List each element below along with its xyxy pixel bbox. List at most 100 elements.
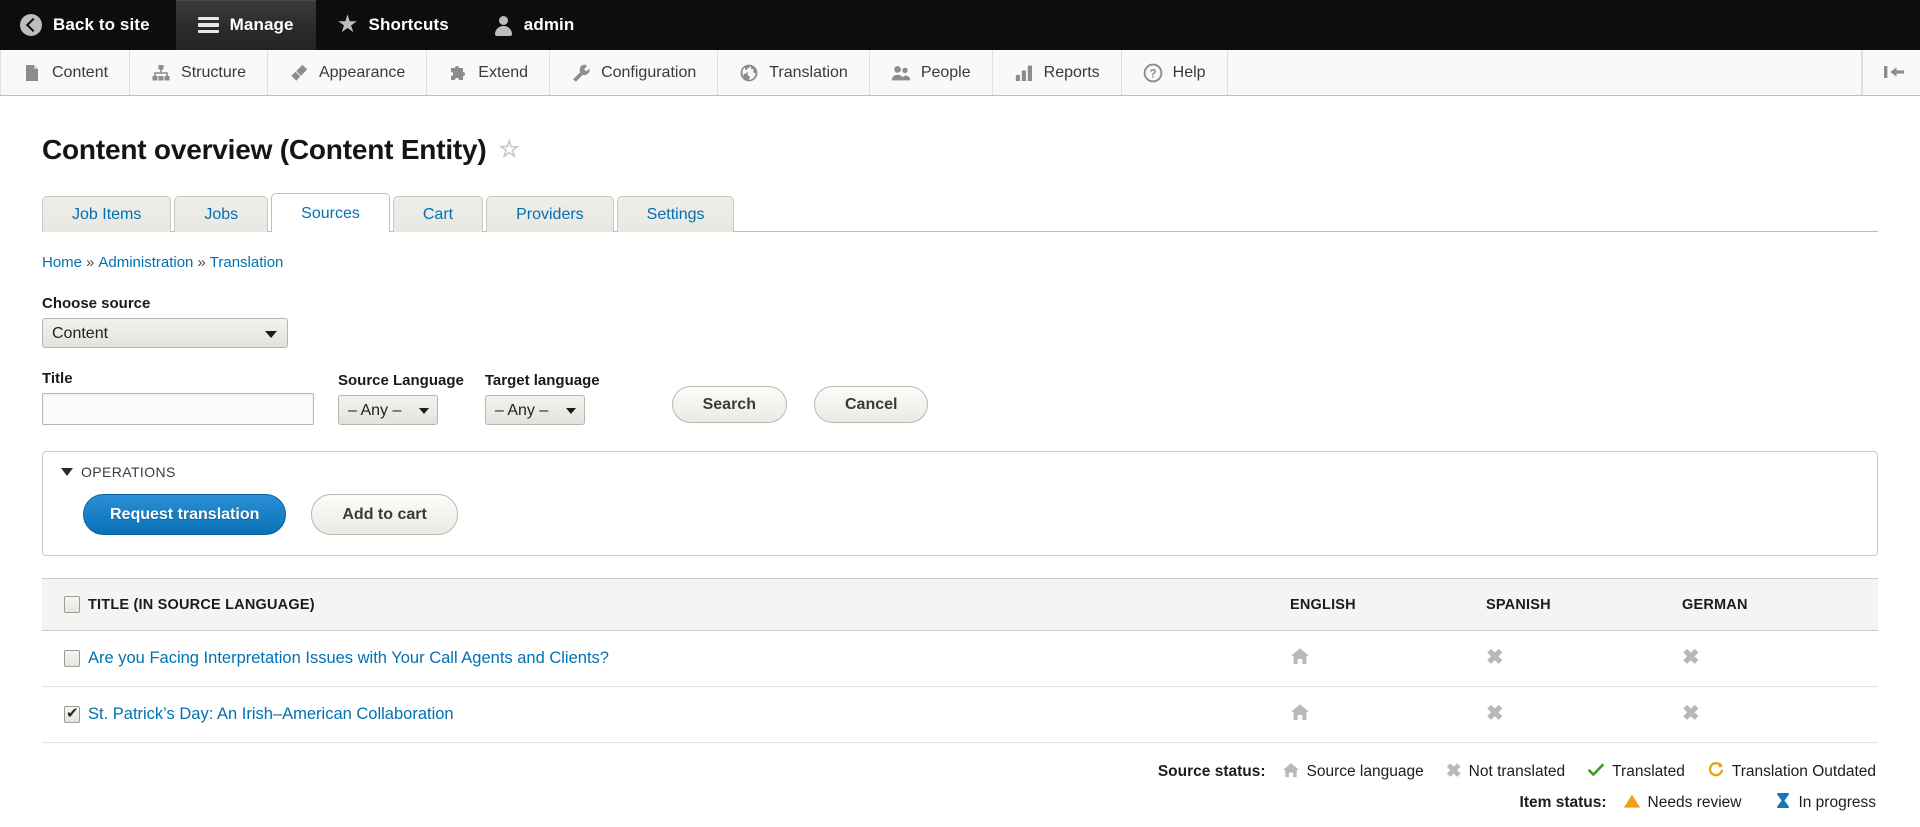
legend-in-progress: In progress [1775, 792, 1876, 814]
breadcrumb-translation[interactable]: Translation [210, 254, 284, 271]
menu-item-translation[interactable]: Translation [718, 50, 870, 95]
target-language-label: Target language [484, 372, 600, 389]
warning-triangle-icon [1623, 793, 1641, 814]
row-spanish-cell: ✖ [1486, 686, 1682, 743]
breadcrumb-home[interactable]: Home [42, 254, 82, 271]
breadcrumb: Home» Administration» Translation [42, 254, 1878, 271]
source-language-icon[interactable] [1290, 703, 1310, 726]
row-select-cell [42, 686, 88, 743]
source-language-group: Source Language – Any – [338, 372, 464, 425]
tab-sources[interactable]: Sources [271, 193, 390, 232]
german-header[interactable]: GERMAN [1682, 578, 1878, 631]
choose-source-select[interactable]: Content [42, 318, 288, 348]
table-head: TITLE (IN SOURCE LANGUAGE) ENGLISH SPANI… [42, 578, 1878, 631]
tab-providers[interactable]: Providers [486, 196, 614, 232]
hamburger-icon [197, 17, 219, 33]
legend-in-progress-label: In progress [1798, 794, 1876, 811]
document-icon [22, 63, 42, 83]
table-body: Are you Facing Interpretation Issues wit… [42, 630, 1878, 743]
search-button[interactable]: Search [671, 386, 787, 423]
menu-item-structure[interactable]: Structure [130, 50, 268, 95]
back-circle-icon [20, 14, 42, 36]
source-language-label: Source Language [338, 372, 464, 389]
row-title-link[interactable]: St. Patrick’s Day: An Irish–American Col… [88, 705, 454, 723]
target-language-select[interactable]: – Any – [484, 395, 585, 425]
source-language-icon[interactable] [1290, 647, 1310, 670]
outdated-icon [1707, 761, 1725, 783]
menu-bar-spacer [1228, 50, 1862, 95]
bar-chart-icon [1014, 63, 1034, 83]
menu-item-reports-label: Reports [1043, 63, 1100, 81]
table-header-row: TITLE (IN SOURCE LANGUAGE) ENGLISH SPANI… [42, 578, 1878, 631]
row-english-cell [1290, 630, 1486, 687]
breadcrumb-separator: » [86, 254, 95, 271]
spanish-header[interactable]: SPANISH [1486, 578, 1682, 631]
menu-item-help[interactable]: ? Help [1122, 50, 1228, 95]
paintbrush-icon [289, 63, 309, 83]
source-status-legend-row: Source status: Source language ✖ Not tra… [1158, 761, 1876, 783]
sources-table: TITLE (IN SOURCE LANGUAGE) ENGLISH SPANI… [42, 578, 1878, 743]
add-to-cart-button[interactable]: Add to cart [311, 494, 458, 535]
filter-buttons: Search Cancel [671, 386, 929, 425]
collapse-toolbar-button[interactable] [1862, 50, 1920, 95]
menu-item-configuration[interactable]: Configuration [550, 50, 719, 95]
admin-user-account[interactable]: admin [471, 0, 597, 50]
admin-user-label: admin [523, 15, 575, 34]
legend-source-language-label: Source language [1306, 763, 1424, 780]
legend-source-language: Source language [1282, 762, 1424, 783]
select-all-checkbox[interactable] [64, 596, 80, 613]
menu-item-help-label: Help [1172, 63, 1206, 81]
menu-item-configuration-label: Configuration [601, 63, 697, 81]
check-icon [1587, 762, 1605, 783]
tab-jobs[interactable]: Jobs [174, 196, 269, 232]
not-translated-icon[interactable]: ✖ [1682, 647, 1700, 668]
legend-translation-outdated: Translation Outdated [1707, 761, 1876, 783]
row-title-link[interactable]: Are you Facing Interpretation Issues wit… [88, 649, 609, 667]
tab-cart[interactable]: Cart [392, 196, 484, 232]
legend-not-translated: ✖ Not translated [1445, 761, 1566, 782]
legend-needs-review: Needs review [1623, 793, 1741, 814]
menu-item-content[interactable]: Content [0, 50, 131, 95]
x-icon: ✖ [1445, 761, 1462, 782]
title-header[interactable]: TITLE (IN SOURCE LANGUAGE) [88, 578, 1290, 631]
menu-item-extend[interactable]: Extend [427, 50, 551, 95]
row-checkbox[interactable] [64, 704, 80, 723]
source-language-select[interactable]: – Any – [338, 395, 438, 425]
breadcrumb-administration[interactable]: Administration [98, 254, 193, 271]
menu-item-people-label: People [920, 63, 971, 81]
person-icon [493, 15, 513, 36]
admin-back-to-site[interactable]: Back to site [0, 0, 176, 50]
home-icon [1282, 762, 1300, 783]
hourglass-icon [1775, 792, 1791, 814]
target-language-select-wrap: – Any – [484, 395, 585, 425]
people-icon [891, 63, 911, 83]
tab-settings[interactable]: Settings [616, 196, 735, 232]
svg-text:?: ? [1149, 68, 1156, 80]
legend-not-translated-label: Not translated [1468, 763, 1566, 780]
admin-back-to-site-label: Back to site [53, 15, 150, 34]
menu-item-appearance[interactable]: Appearance [268, 50, 428, 95]
request-translation-button[interactable]: Request translation [83, 494, 287, 535]
choose-source-group: Choose source Content [42, 295, 1878, 348]
source-language-select-wrap: – Any – [338, 395, 438, 425]
caret-down-icon [61, 468, 73, 476]
favorite-star-icon[interactable]: ☆ [499, 138, 521, 162]
not-translated-icon[interactable]: ✖ [1486, 703, 1504, 724]
not-translated-icon[interactable]: ✖ [1486, 647, 1504, 668]
admin-manage-label: Manage [229, 15, 294, 34]
tab-job-items[interactable]: Job Items [42, 196, 172, 232]
page-title-text: Content overview (Content Entity) [42, 134, 487, 165]
menu-item-people[interactable]: People [870, 50, 993, 95]
english-header[interactable]: ENGLISH [1290, 578, 1486, 631]
table-row: St. Patrick’s Day: An Irish–American Col… [42, 686, 1878, 743]
title-input[interactable] [42, 393, 314, 425]
not-translated-icon[interactable]: ✖ [1682, 703, 1700, 724]
menu-item-reports[interactable]: Reports [993, 50, 1122, 95]
filter-row: Title Source Language – Any – Target lan… [42, 370, 1878, 425]
row-checkbox[interactable] [64, 650, 80, 667]
admin-manage[interactable]: Manage [175, 0, 316, 50]
cancel-button[interactable]: Cancel [813, 386, 929, 423]
star-icon: ★ [338, 13, 358, 36]
admin-shortcuts[interactable]: ★ Shortcuts [316, 0, 471, 50]
operations-legend[interactable]: OPERATIONS [61, 464, 1859, 480]
